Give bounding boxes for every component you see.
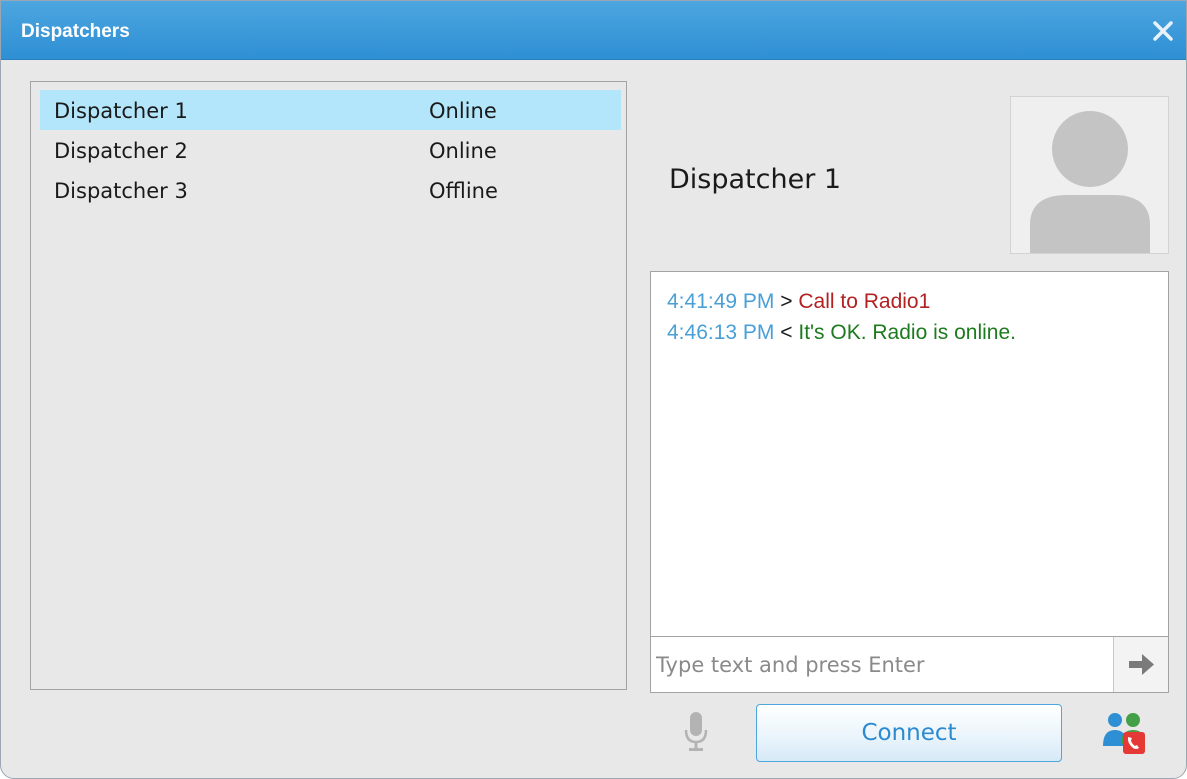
message-text: It's OK. Radio is online. [798,321,1016,344]
dispatcher-status: Online [429,139,497,163]
message-text: Call to Radio1 [798,290,931,313]
list-item-dispatcher-1[interactable]: Dispatcher 1 Online [40,90,621,130]
window-title: Dispatchers [21,21,130,42]
dispatcher-status: Offline [429,179,498,203]
message-direction: > [780,290,793,313]
dispatchers-window: Dispatchers Dispatcher 1 Online Dispatch… [0,0,1187,779]
title-bar[interactable]: Dispatchers [1,1,1186,60]
dispatcher-status: Online [429,99,497,123]
chat-log[interactable]: 4:41:49 PM > Call to Radio1 4:46:13 PM <… [650,271,1169,637]
list-item-dispatcher-3[interactable]: Dispatcher 3 Offline [40,170,621,210]
send-button[interactable] [1113,637,1168,692]
close-icon [1153,21,1173,41]
chat-message: 4:41:49 PM > Call to Radio1 [667,286,1047,317]
message-input-row [650,636,1169,693]
microphone-icon [684,712,708,751]
user-silhouette-icon [1030,111,1150,253]
dispatcher-list[interactable]: Dispatcher 1 Online Dispatcher 2 Online … [30,81,627,690]
connect-button[interactable]: Connect [756,704,1062,762]
selected-contact-name: Dispatcher 1 [669,164,842,195]
avatar [1010,96,1169,254]
dispatcher-name: Dispatcher 1 [54,99,188,123]
microphone-button[interactable] [681,708,711,756]
message-time: 4:41:49 PM [667,290,775,313]
group-call-button[interactable] [1101,710,1149,754]
chat-message: 4:46:13 PM < It's OK. Radio is online. [667,317,1047,348]
message-time: 4:46:13 PM [667,321,775,344]
close-button[interactable] [1150,18,1176,44]
message-input[interactable] [651,637,1111,692]
group-call-icon [1103,713,1145,754]
arrow-right-icon [1129,654,1154,675]
message-direction: < [780,321,793,344]
list-item-dispatcher-2[interactable]: Dispatcher 2 Online [40,130,621,170]
dispatcher-name: Dispatcher 2 [54,139,188,163]
dispatcher-name: Dispatcher 3 [54,179,188,203]
